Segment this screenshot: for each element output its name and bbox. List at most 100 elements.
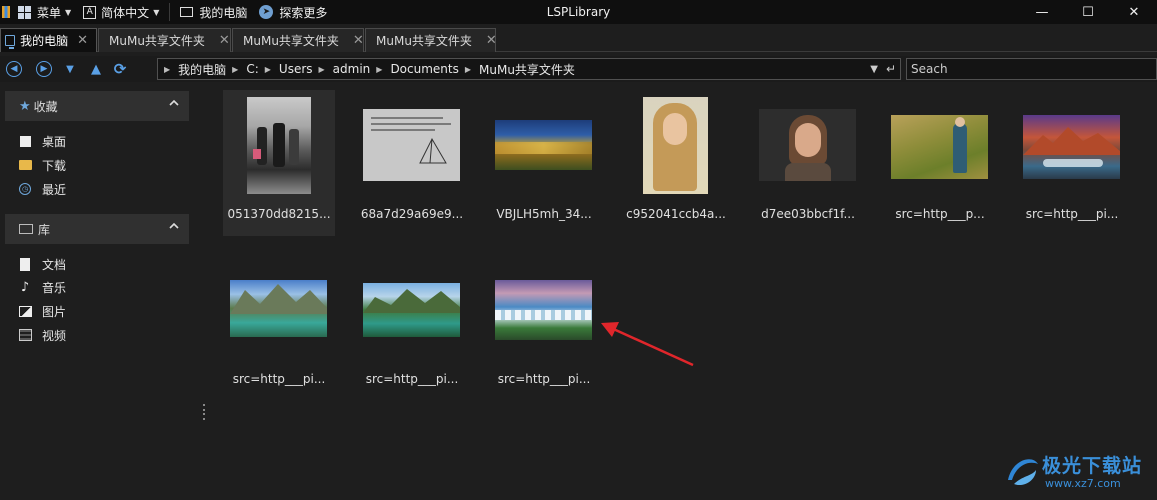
forward-button[interactable]: ▶ — [34, 59, 54, 79]
sidebar-item-label: 视频 — [42, 328, 67, 343]
file-item[interactable]: src=http___pi... — [356, 255, 468, 401]
up-arrow-icon: ▲ — [91, 61, 101, 77]
breadcrumb-c-drive[interactable]: C: — [246, 62, 258, 76]
file-item[interactable]: 68a7d29a69e9... — [356, 90, 468, 236]
chevron-right-icon: ▶ — [232, 64, 239, 74]
explore-more-button[interactable]: ➤ 探索更多 — [253, 0, 333, 24]
file-name: src=http___pi... — [497, 372, 591, 386]
history-dropdown-button[interactable]: ▼ — [60, 59, 80, 79]
file-thumbnail — [759, 109, 856, 181]
tab-mumu-shared-1[interactable]: MuMu共享文件夹 ✕ — [98, 28, 231, 52]
sidebar: ★ 收藏 桌面 下载 ◷ 最近 库 文档 ♪ 音乐 图片 视频 — [0, 87, 197, 500]
chevron-up-icon[interactable] — [169, 98, 179, 108]
file-item[interactable]: c952041ccb4a... — [620, 90, 732, 236]
monitor-icon — [180, 7, 194, 17]
file-thumbnail — [495, 280, 592, 340]
refresh-button[interactable]: ⟳ — [110, 59, 130, 79]
breadcrumb-mumu-shared[interactable]: MuMu共享文件夹 — [479, 61, 575, 78]
sidebar-item-music[interactable]: ♪ 音乐 — [18, 277, 66, 297]
sidebar-item-downloads[interactable]: 下载 — [18, 155, 66, 175]
breadcrumb-documents[interactable]: Documents — [390, 62, 458, 76]
my-computer-label: 我的电脑 — [199, 5, 248, 20]
sidebar-item-label: 文档 — [42, 257, 67, 272]
file-item[interactable]: src=http___pi... — [488, 255, 600, 401]
my-computer-button[interactable]: 我的电脑 — [174, 0, 253, 24]
desktop-icon — [18, 134, 32, 148]
tab-bar: 我的电脑 ✕ MuMu共享文件夹 ✕ MuMu共享文件夹 ✕ MuMu共享文件夹… — [0, 28, 1157, 52]
back-button[interactable]: ◀ — [4, 59, 24, 79]
app-logo-icon — [2, 6, 10, 18]
navigation-bar: ◀ ▶ ▼ ▲ ⟳ ▶ 我的电脑 ▶ C: ▶ Users ▶ admin ▶ … — [0, 56, 1157, 82]
file-item[interactable]: src=http___pi... — [223, 255, 335, 401]
up-button[interactable]: ▲ — [86, 59, 106, 79]
address-dropdown-icon[interactable]: ▼ — [870, 64, 878, 75]
watermark-logo-icon — [1008, 459, 1038, 486]
forward-arrow-icon: ▶ — [36, 61, 52, 77]
star-icon: ★ — [19, 98, 31, 114]
tab-close-icon[interactable]: ✕ — [353, 33, 364, 48]
file-name: src=http___pi... — [1025, 207, 1119, 221]
sidebar-item-desktop[interactable]: 桌面 — [18, 131, 66, 151]
file-item[interactable]: d7ee03bbcf1f... — [752, 90, 864, 236]
library-title: 库 — [38, 222, 51, 237]
tab-label: MuMu共享文件夹 — [376, 34, 472, 48]
watermark: 极光下载站 www.xz7.com — [1000, 445, 1157, 500]
file-name: c952041ccb4a... — [626, 207, 726, 221]
file-item[interactable]: src=http___p... — [884, 90, 996, 236]
tab-label: 我的电脑 — [20, 34, 69, 48]
sidebar-item-recent[interactable]: ◷ 最近 — [18, 179, 66, 199]
breadcrumb-admin[interactable]: admin — [333, 62, 371, 76]
sidebar-item-videos[interactable]: 视频 — [18, 325, 66, 345]
file-thumbnail — [230, 280, 327, 337]
file-item[interactable]: src=http___pi... — [1016, 90, 1128, 236]
file-item[interactable]: VBJLH5mh_34... — [488, 90, 600, 236]
sidebar-item-label: 音乐 — [42, 280, 67, 295]
compass-icon: ➤ — [259, 5, 274, 19]
minimize-button[interactable]: — — [1019, 0, 1065, 24]
language-button[interactable]: A 简体中文 ▼ — [77, 0, 165, 24]
favorites-header[interactable]: ★ 收藏 — [5, 91, 189, 121]
tab-close-icon[interactable]: ✕ — [486, 33, 497, 48]
refresh-icon: ⟳ — [113, 60, 127, 78]
close-button[interactable]: ✕ — [1111, 0, 1157, 24]
address-tools: ▼ ↵ — [870, 59, 896, 79]
file-name: 051370dd8215... — [227, 207, 331, 221]
favorites-title: 收藏 — [33, 99, 58, 114]
tab-close-icon[interactable]: ✕ — [219, 33, 230, 48]
music-icon: ♪ — [20, 279, 30, 295]
windows-icon — [18, 5, 31, 19]
sidebar-item-pictures[interactable]: 图片 — [18, 301, 66, 321]
caret-down-icon: ▼ — [66, 63, 74, 75]
breadcrumb-users[interactable]: Users — [279, 62, 313, 76]
tab-close-icon[interactable]: ✕ — [77, 33, 88, 48]
menu-label: 菜单 — [37, 5, 62, 20]
maximize-button[interactable]: ☐ — [1065, 0, 1111, 24]
breadcrumb-my-computer[interactable]: 我的电脑 — [178, 61, 226, 78]
address-bar[interactable]: ▶ 我的电脑 ▶ C: ▶ Users ▶ admin ▶ Documents … — [157, 58, 901, 80]
file-thumbnail — [495, 120, 592, 170]
file-item[interactable]: 051370dd8215... — [223, 90, 335, 236]
tab-mumu-shared-3[interactable]: MuMu共享文件夹 ✕ — [365, 28, 497, 52]
file-name: 68a7d29a69e9... — [360, 207, 464, 221]
menu-button[interactable]: 菜单 ▼ — [0, 0, 77, 24]
sidebar-splitter[interactable] — [203, 404, 206, 420]
chevron-up-icon[interactable] — [169, 221, 179, 231]
chevron-right-icon: ▶ — [264, 64, 271, 74]
search-input[interactable]: Seach — [906, 58, 1157, 80]
title-bar: 菜单 ▼ A 简体中文 ▼ 我的电脑 ➤ 探索更多 LSPLibrary — ☐… — [0, 0, 1157, 24]
caret-down-icon: ▼ — [153, 7, 160, 17]
library-icon — [19, 224, 33, 234]
tab-mumu-shared-2[interactable]: MuMu共享文件夹 ✕ — [232, 28, 364, 52]
toolbar-divider — [169, 3, 171, 21]
window-controls: — ☐ ✕ — [1019, 0, 1157, 24]
tab-my-computer[interactable]: 我的电脑 ✕ — [0, 28, 97, 52]
file-thumbnail — [643, 97, 708, 194]
sidebar-item-documents[interactable]: 文档 — [18, 254, 66, 274]
library-header[interactable]: 库 — [5, 214, 189, 244]
sidebar-item-label: 图片 — [42, 304, 67, 319]
go-icon[interactable]: ↵ — [886, 62, 896, 76]
caret-down-icon: ▼ — [65, 7, 72, 17]
watermark-text: 极光下载站 — [1042, 455, 1143, 477]
chevron-right-icon: ▶ — [464, 64, 472, 74]
language-label: 简体中文 — [101, 5, 150, 20]
